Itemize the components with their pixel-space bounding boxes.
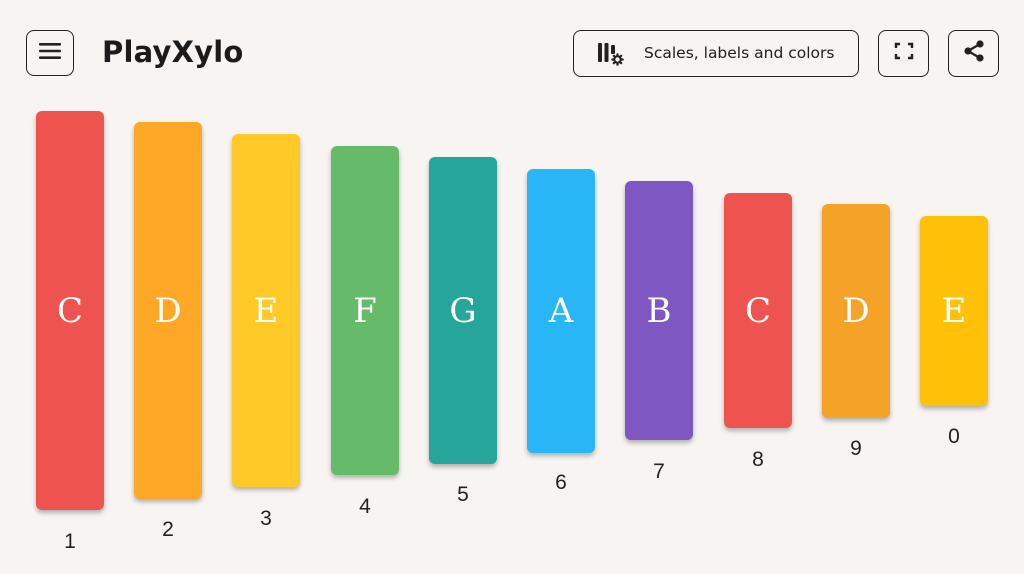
scales-labels-colors-button[interactable]: Scales, labels and colors (573, 30, 859, 77)
app-title: PlayXylo (102, 35, 244, 69)
xylophone-bar[interactable]: E (232, 134, 300, 487)
hamburger-menu-icon (38, 42, 62, 65)
bar-note-label: E (941, 291, 967, 331)
bar-note-label: G (449, 290, 477, 331)
bars-settings-icon (596, 41, 624, 67)
xylophone-bar[interactable]: A (527, 169, 595, 453)
xylophone-bar[interactable]: F (331, 146, 399, 475)
bar-note-label: C (744, 290, 771, 331)
menu-button[interactable] (26, 30, 74, 76)
keyboard-key-label: 1 (64, 530, 76, 553)
keyboard-key-label: 7 (653, 460, 665, 483)
keyboard-key-label: 3 (260, 507, 272, 530)
keyboard-key-label: 9 (850, 437, 862, 460)
xylophone-bar[interactable]: C (724, 193, 792, 428)
fullscreen-icon (894, 42, 914, 65)
keyboard-key-label: 6 (555, 471, 567, 494)
keyboard-key-label: 0 (948, 425, 960, 448)
settings-button-label: Scales, labels and colors (644, 44, 835, 62)
xylophone-bar[interactable]: D (822, 204, 890, 418)
share-button[interactable] (948, 30, 999, 77)
keyboard-key-label: 8 (752, 448, 764, 471)
fullscreen-button[interactable] (878, 30, 929, 77)
bar-note-label: F (353, 290, 377, 331)
xylophone-bar[interactable]: E (920, 216, 988, 406)
bar-note-label: E (253, 290, 279, 331)
keyboard-key-label: 4 (359, 495, 371, 518)
share-icon (962, 39, 986, 68)
bar-note-label: A (548, 291, 574, 331)
xylophone-bar[interactable]: B (625, 181, 693, 440)
keyboard-key-label: 5 (457, 483, 469, 506)
bar-note-label: D (842, 291, 870, 331)
xylophone-bar[interactable]: G (429, 157, 497, 464)
bar-note-label: B (646, 290, 672, 331)
bar-note-label: D (154, 290, 182, 331)
keyboard-key-label: 2 (162, 518, 174, 541)
xylophone-bar[interactable]: C (36, 111, 104, 510)
xylophone-bar[interactable]: D (134, 122, 202, 499)
top-bar: PlayXylo Scales, labels and colors (0, 0, 1024, 100)
bar-note-label: C (56, 290, 83, 331)
